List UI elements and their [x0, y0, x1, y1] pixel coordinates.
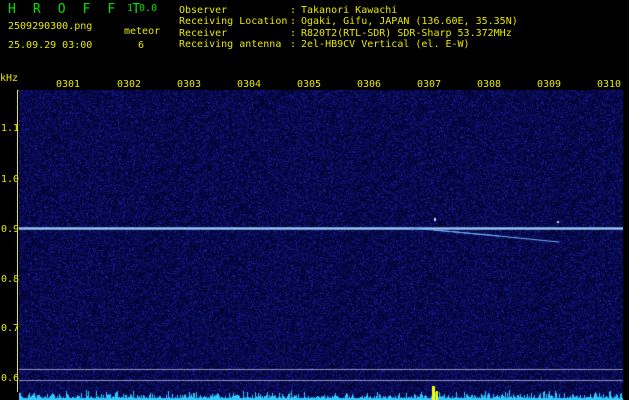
time-tick-0306: 0306 — [357, 79, 382, 90]
meteor-label: meteor — [124, 26, 161, 37]
antenna-label: Receiving antenna — [179, 39, 282, 50]
time-tick-0307: 0307 — [417, 79, 442, 90]
receiver-value: R820T2(RTL-SDR) SDR-Sharp 53.372MHz — [301, 28, 512, 39]
time-tick-0304: 0304 — [237, 79, 262, 90]
antenna-value: 2el-HB9CV Vertical (el. E-W) — [301, 39, 470, 50]
file-name: 2509290300.png — [8, 21, 93, 32]
meteor-count: 6 — [138, 40, 145, 51]
time-tick-0301: 0301 — [56, 79, 81, 90]
app-title: H R O F F T — [8, 2, 145, 17]
receiver-label: Receiver — [179, 28, 228, 39]
location-label: Receiving Location — [179, 16, 288, 27]
location-value: Ogaki, Gifu, JAPAN (136.60E, 35.35N) — [301, 16, 518, 27]
observer-label: Observer — [179, 5, 228, 16]
observer-value: Takanori Kawachi — [301, 5, 398, 16]
location-colon: : — [290, 16, 297, 27]
date-time: 25.09.29 03:00 — [8, 40, 93, 51]
freq-unit-label: kHz — [0, 73, 19, 84]
receiver-colon: : — [290, 28, 297, 39]
time-tick-0309: 0309 — [537, 79, 562, 90]
spectrogram-canvas — [19, 90, 623, 400]
time-tick-0308: 0308 — [477, 79, 502, 90]
time-tick-0305: 0305 — [297, 79, 322, 90]
antenna-colon: : — [290, 39, 297, 50]
observer-colon: : — [290, 5, 297, 16]
time-tick-0302: 0302 — [117, 79, 142, 90]
freq-axis-line — [17, 90, 18, 392]
time-tick-0310: 0310 — [597, 79, 622, 90]
time-tick-0303: 0303 — [177, 79, 202, 90]
app-version: 1.0.0 — [127, 3, 158, 14]
